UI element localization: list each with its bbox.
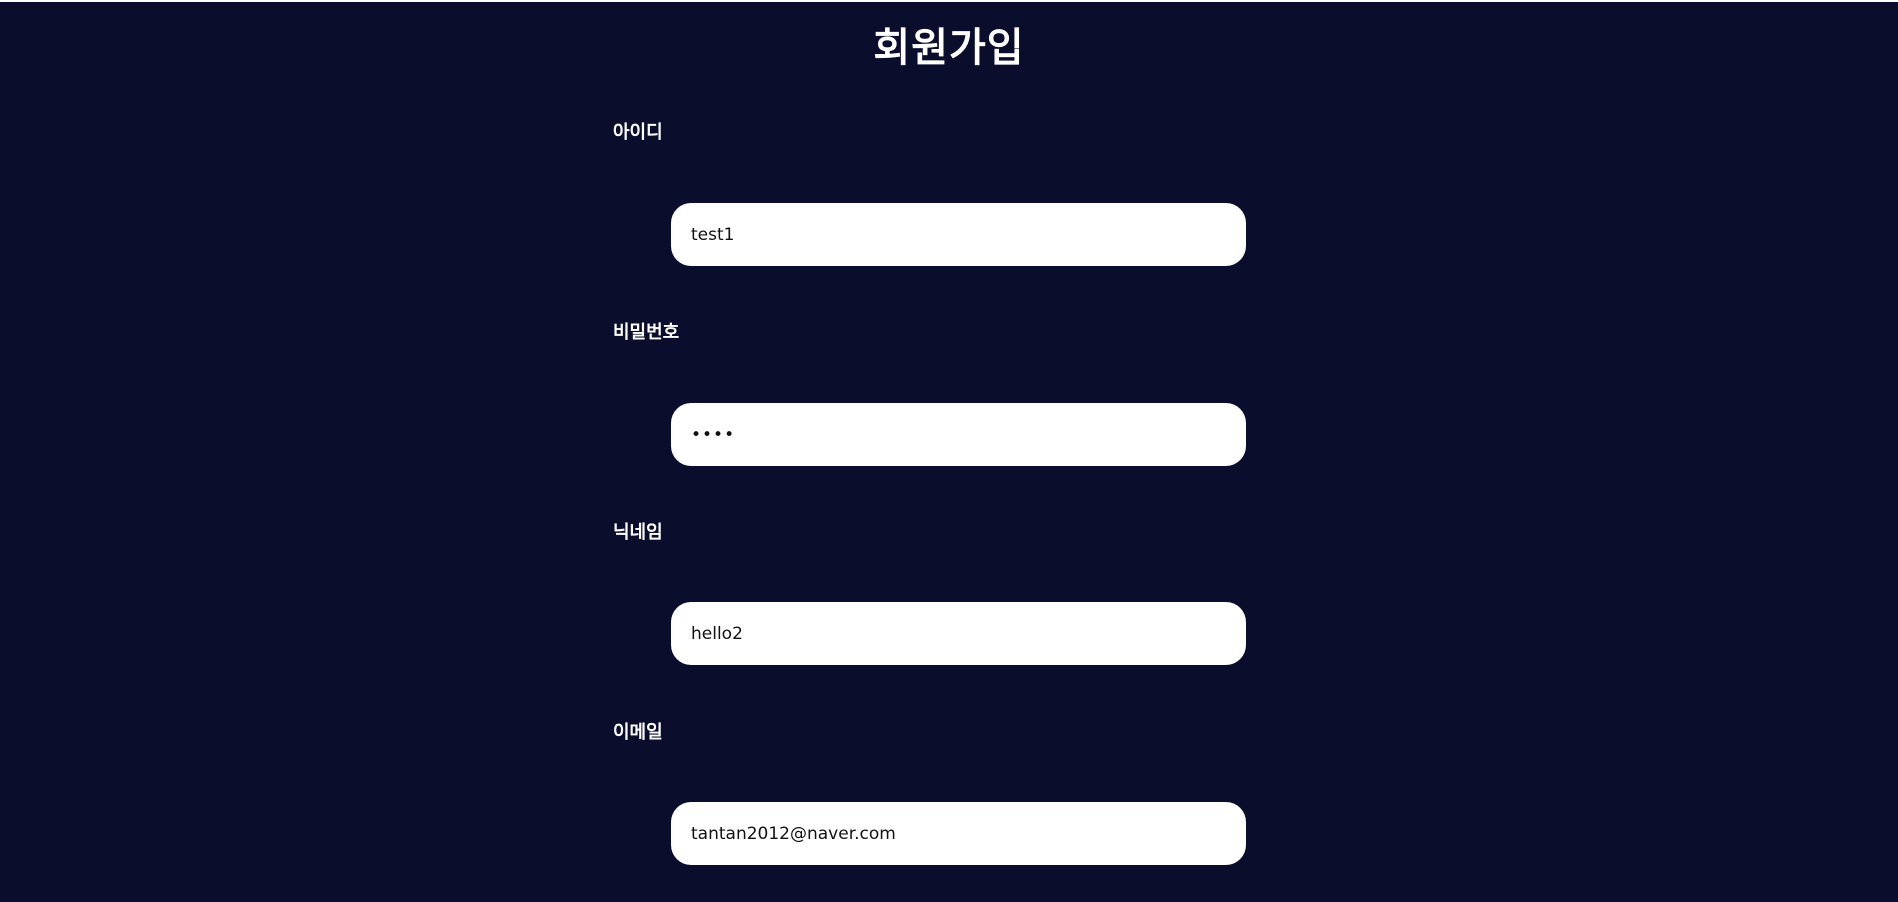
username-label: 아이디 <box>613 122 663 143</box>
nickname-field[interactable] <box>671 602 1246 665</box>
password-label: 비밀번호 <box>613 322 680 343</box>
email-label: 이메일 <box>613 722 663 743</box>
username-field[interactable] <box>671 203 1246 266</box>
email-field[interactable] <box>671 802 1246 865</box>
password-field[interactable] <box>671 403 1246 466</box>
page-title: 회원가입 <box>873 25 1025 71</box>
nickname-label: 닉네임 <box>613 522 663 543</box>
